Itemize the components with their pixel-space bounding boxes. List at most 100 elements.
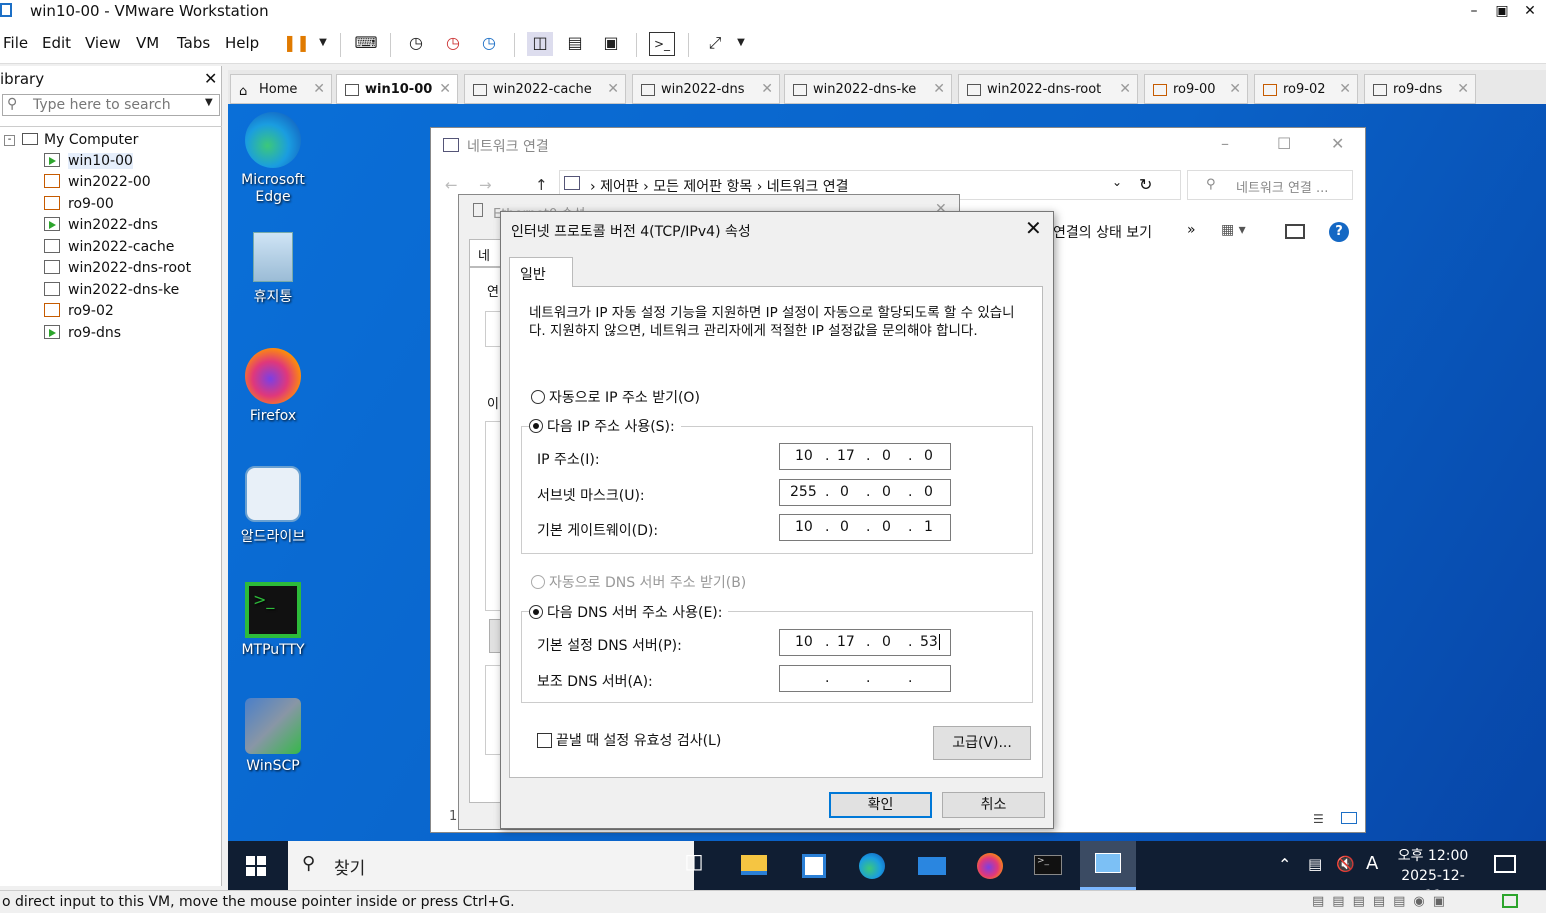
desktop-icon-recycle-bin[interactable]: 휴지통 (228, 232, 318, 306)
validate-checkbox[interactable] (537, 733, 552, 748)
items-list[interactable] (485, 421, 501, 611)
tab-win2022-dns-ke[interactable]: win2022-dns-ke ✕ (784, 74, 952, 104)
vm-item[interactable]: win10-00 (44, 153, 133, 174)
minimize-button[interactable]: – (1460, 0, 1488, 24)
pause-icon[interactable]: ❚❚ (283, 32, 310, 56)
ok-button[interactable]: 확인 (829, 792, 932, 818)
subnet-mask-input[interactable]: 255. 0. 0. 0 (779, 479, 951, 506)
tab-general[interactable]: 일반 (509, 257, 573, 287)
radio-manual-dns[interactable] (529, 605, 543, 619)
chevron-down-icon[interactable]: ⌄ (1112, 175, 1122, 189)
network-status-icon[interactable]: ▤ (1308, 855, 1322, 873)
more-commands-button[interactable]: » (1187, 222, 1196, 238)
menu-file[interactable]: File (3, 34, 28, 52)
vm-item[interactable]: ro9-00 (44, 196, 114, 217)
ip-address-input[interactable]: 10. 17. 0. 0 (779, 443, 951, 470)
preview-pane-icon[interactable] (1285, 224, 1305, 239)
vm-item[interactable]: win2022-dns-ke (44, 282, 179, 303)
tab-win2022-dns-root[interactable]: win2022-dns-root ✕ (958, 74, 1138, 104)
terminal-taskbar-icon[interactable]: >_ (1028, 849, 1068, 883)
manual-dns-option[interactable]: 다음 DNS 서버 주소 사용(E): (529, 602, 729, 622)
close-tab-icon[interactable]: ✕ (313, 81, 325, 97)
menu-vm[interactable]: VM (136, 34, 159, 52)
breadcrumb-item[interactable]: 모든 제어판 항목 (653, 179, 752, 195)
desktop-icon-winscp[interactable]: WinSCP (228, 698, 318, 774)
large-icons-view-icon[interactable] (1341, 812, 1357, 824)
menu-view[interactable]: View (85, 34, 121, 52)
menu-edit[interactable]: Edit (42, 34, 71, 52)
details-view-icon[interactable]: ☰ (1313, 812, 1324, 826)
console-view-icon[interactable]: >_ (649, 32, 675, 56)
auto-ip-option[interactable]: 자동으로 IP 주소 받기(O) (531, 387, 700, 407)
maximize-button[interactable]: ▣ (1488, 0, 1516, 24)
close-tab-icon[interactable]: ✕ (933, 81, 945, 97)
alternate-dns-input[interactable]: ... (779, 665, 951, 692)
radio-manual-ip[interactable] (529, 419, 543, 433)
vm-item[interactable]: ro9-02 (44, 303, 114, 324)
desktop-icon-edge[interactable]: Microsoft Edge (228, 112, 318, 206)
vm-item[interactable]: win2022-dns (44, 217, 158, 238)
radio-auto-ip[interactable] (531, 390, 545, 404)
tab-win2022-dns[interactable]: win2022-dns ✕ (632, 74, 780, 104)
close-icon[interactable]: ✕ (1025, 216, 1042, 240)
up-icon[interactable]: ↑ (535, 176, 548, 194)
close-tab-icon[interactable]: ✕ (761, 81, 773, 97)
tab-home[interactable]: ⌂ Home ✕ (230, 74, 332, 104)
taskbar-search-box[interactable]: ⚲ 찾기 (288, 841, 694, 890)
close-tab-icon[interactable]: ✕ (439, 81, 451, 97)
close-tab-icon[interactable]: ✕ (1339, 81, 1351, 97)
radio-auto-dns[interactable] (531, 575, 545, 589)
collapse-toggle[interactable]: - (4, 135, 15, 146)
snapshot-icon[interactable]: ◷ (403, 32, 429, 56)
menu-tabs[interactable]: Tabs (177, 34, 210, 52)
tab-win2022-cache[interactable]: win2022-cache ✕ (464, 74, 626, 104)
gateway-input[interactable]: 10. 0. 0. 1 (779, 514, 951, 541)
vm-item[interactable]: win2022-00 (44, 174, 151, 195)
volume-muted-icon[interactable]: 🔇 (1336, 855, 1355, 873)
close-button[interactable]: ✕ (1516, 0, 1544, 24)
breadcrumb-item[interactable]: 네트워크 연결 (767, 179, 849, 195)
vm-item[interactable]: win2022-cache (44, 239, 174, 260)
close-tab-icon[interactable]: ✕ (1119, 81, 1131, 97)
minimize-button[interactable]: – (1221, 134, 1229, 153)
close-library-icon[interactable]: ✕ (204, 69, 217, 88)
stretch-guest-icon[interactable]: ⤢ (702, 32, 728, 56)
mail-icon[interactable] (912, 849, 952, 883)
close-tab-icon[interactable]: ✕ (1457, 81, 1469, 97)
desktop-icon-mtputty[interactable]: >_ MTPuTTY (228, 582, 318, 658)
vm-item[interactable]: win2022-dns-root (44, 260, 191, 281)
maximize-button[interactable]: ☐ (1277, 134, 1291, 153)
explorer-search-input[interactable]: ⚲ 네트워크 연결 ... (1187, 170, 1353, 200)
firefox-taskbar-icon[interactable] (970, 849, 1010, 883)
store-icon[interactable] (794, 849, 834, 883)
tab-ro9-02[interactable]: ro9-02 ✕ (1254, 74, 1358, 104)
notification-center-icon[interactable] (1494, 855, 1516, 873)
network-connections-taskbar-item[interactable] (1080, 841, 1136, 890)
cancel-button[interactable]: 취소 (942, 792, 1045, 818)
help-icon[interactable]: ? (1329, 222, 1349, 242)
menu-help[interactable]: Help (225, 34, 259, 52)
input-method-indicator[interactable]: A (1366, 853, 1378, 874)
tab-win10-00[interactable]: win10-00 ✕ (336, 74, 458, 104)
desktop-icon-aldrive[interactable]: 알드라이브 (228, 466, 318, 546)
tab-ro9-00[interactable]: ro9-00 ✕ (1144, 74, 1248, 104)
manual-ip-option[interactable]: 다음 IP 주소 사용(S): (529, 416, 681, 436)
edge-taskbar-icon[interactable] (852, 849, 892, 883)
refresh-icon[interactable]: ↻ (1139, 175, 1152, 194)
close-tab-icon[interactable]: ✕ (1229, 81, 1241, 97)
advanced-button[interactable]: 고급(V)... (933, 726, 1031, 760)
close-tab-icon[interactable]: ✕ (607, 81, 619, 97)
snapshot-manager-icon[interactable]: ◷ (476, 32, 502, 56)
library-search-input[interactable]: ⚲ Type here to search ▼ (2, 94, 220, 116)
close-button[interactable]: ✕ (1331, 134, 1344, 153)
revert-snapshot-icon[interactable]: ◷ (440, 32, 466, 56)
view-status-command[interactable]: 연결의 상태 보기 (1053, 222, 1152, 242)
vm-item[interactable]: ro9-dns (44, 325, 121, 346)
tab-ro9-dns[interactable]: ro9-dns ✕ (1364, 74, 1476, 104)
task-view-icon[interactable]: ◫ (674, 849, 714, 883)
chevron-down-icon[interactable]: ▼ (728, 32, 754, 56)
tree-root[interactable]: My Computer (22, 132, 138, 148)
vm-message-icon[interactable] (1502, 894, 1518, 908)
preferred-dns-input[interactable]: 10. 17. 0. 53 (779, 629, 951, 656)
desktop-icon-firefox[interactable]: Firefox (228, 348, 318, 424)
